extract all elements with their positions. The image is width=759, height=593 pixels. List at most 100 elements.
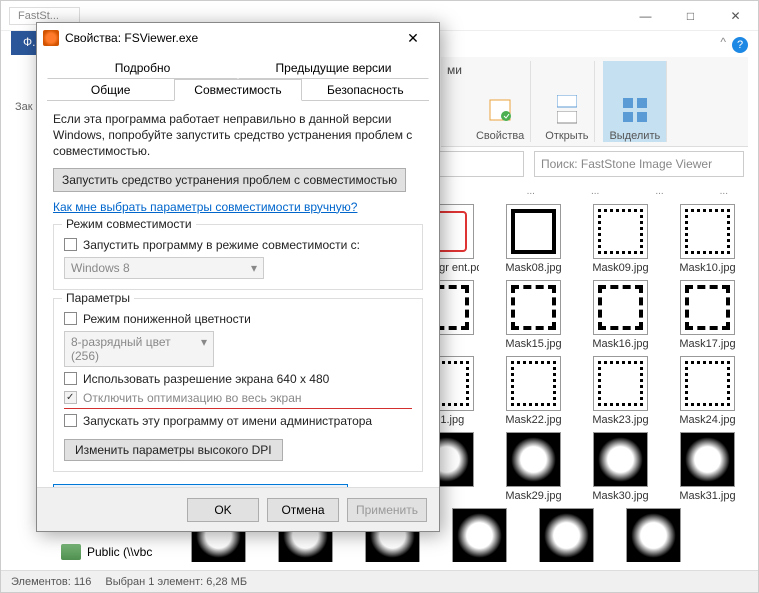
ok-button[interactable]: OK bbox=[187, 498, 259, 522]
thumb-icon bbox=[506, 204, 561, 259]
checkbox-disable-fullscreen-label: Отключить оптимизацию во весь экран bbox=[83, 391, 302, 405]
ribbon-open-panel[interactable]: Открыть bbox=[539, 61, 595, 142]
minimize-button[interactable]: — bbox=[623, 1, 668, 30]
group-title: Режим совместимости bbox=[62, 217, 196, 231]
change-dpi-button[interactable]: Изменить параметры высокого DPI bbox=[64, 439, 283, 461]
file-item[interactable]: Mask37.jpg bbox=[534, 508, 599, 562]
parameters-group: Параметры Режим пониженной цветности 8-р… bbox=[53, 298, 423, 472]
compat-help-link[interactable]: Как мне выбрать параметры совместимости … bbox=[53, 200, 357, 214]
thumb-icon bbox=[593, 280, 648, 335]
edit-icon bbox=[557, 111, 577, 125]
file-item[interactable]: Mask08.jpg bbox=[501, 204, 566, 274]
dialog-body: Если эта программа работает неправильно … bbox=[37, 101, 439, 487]
thumb-icon bbox=[680, 204, 735, 259]
ribbon-body: ми Свойства Открыть Выделить bbox=[441, 57, 748, 147]
file-item[interactable]: Mask09.jpg bbox=[588, 204, 653, 274]
tab-previous-versions[interactable]: Предыдущие версии bbox=[238, 57, 429, 79]
cancel-button[interactable]: Отмена bbox=[267, 498, 339, 522]
dialog-close-button[interactable]: ✕ bbox=[393, 24, 433, 52]
properties-dialog: Свойства: FSViewer.exe ✕ Подробно Предыд… bbox=[36, 22, 440, 532]
file-item[interactable]: Mask16.jpg bbox=[588, 280, 653, 350]
ribbon-select-label: Выделить bbox=[609, 130, 660, 142]
compat-mode-group: Режим совместимости Запустить программу … bbox=[53, 224, 423, 290]
thumb-icon bbox=[539, 508, 594, 562]
file-label: Mask22.jpg bbox=[501, 414, 566, 426]
sidebar-item-label: Public (\\vbc bbox=[87, 545, 152, 559]
file-item[interactable]: Mask29.jpg bbox=[501, 432, 566, 502]
file-label: Mask16.jpg bbox=[588, 338, 653, 350]
ribbon-collapse[interactable]: ^ bbox=[720, 35, 726, 49]
network-drive-icon bbox=[61, 544, 81, 560]
file-label: Mask23.jpg bbox=[588, 414, 653, 426]
ribbon-partial: ми bbox=[443, 61, 466, 142]
tab-general[interactable]: Общие bbox=[47, 79, 174, 101]
file-label: Mask15.jpg bbox=[501, 338, 566, 350]
checkbox-compat-mode[interactable] bbox=[64, 238, 77, 251]
sidebar-item-public[interactable]: Public (\\vbc bbox=[61, 544, 152, 560]
file-label: Mask17.jpg bbox=[675, 338, 740, 350]
color-depth-select[interactable]: 8-разрядный цвет (256) ▾ bbox=[64, 331, 214, 367]
thumb-icon bbox=[593, 204, 648, 259]
file-label: Mask30.jpg bbox=[588, 490, 653, 502]
file-label: Mask09.jpg bbox=[588, 262, 653, 274]
checkbox-compat-mode-label: Запустить программу в режиме совместимос… bbox=[83, 238, 360, 252]
file-item[interactable]: Mask10.jpg bbox=[675, 204, 740, 274]
thumb-icon bbox=[506, 280, 561, 335]
compat-os-value: Windows 8 bbox=[71, 261, 130, 275]
col-header: ... bbox=[527, 186, 535, 198]
checkbox-reduced-color[interactable] bbox=[64, 312, 77, 325]
checkbox-640x480[interactable] bbox=[64, 372, 77, 385]
file-label: Mask24.jpg bbox=[675, 414, 740, 426]
file-item[interactable]: Mask22.jpg bbox=[501, 356, 566, 426]
tab-security[interactable]: Безопасность bbox=[302, 79, 429, 101]
thumb-icon bbox=[452, 508, 507, 562]
thumb-icon bbox=[626, 508, 681, 562]
thumb-icon bbox=[593, 432, 648, 487]
col-header: ... bbox=[655, 186, 663, 198]
ribbon-select-panel[interactable]: Выделить bbox=[603, 61, 667, 142]
file-item[interactable]: Mask23.jpg bbox=[588, 356, 653, 426]
ribbon-properties-label: Свойства bbox=[476, 130, 524, 142]
thumb-icon bbox=[506, 356, 561, 411]
ribbon-open-label: Открыть bbox=[545, 130, 588, 142]
search-input[interactable]: Поиск: FastStone Image Viewer bbox=[534, 151, 744, 177]
thumb-icon bbox=[680, 356, 735, 411]
help-icon[interactable]: ? bbox=[732, 37, 748, 53]
apply-button[interactable]: Применить bbox=[347, 498, 427, 522]
file-item[interactable]: Mask17.jpg bbox=[675, 280, 740, 350]
compat-intro-text: Если эта программа работает неправильно … bbox=[53, 111, 423, 160]
checkbox-reduced-color-label: Режим пониженной цветности bbox=[83, 312, 251, 326]
maximize-button[interactable]: □ bbox=[668, 1, 713, 30]
status-selected: Выбран 1 элемент: 6,28 МБ bbox=[105, 576, 247, 588]
chevron-down-icon: ▾ bbox=[251, 261, 257, 275]
color-depth-value: 8-разрядный цвет (256) bbox=[71, 335, 201, 363]
col-header: ... bbox=[720, 186, 728, 198]
dialog-titlebar[interactable]: Свойства: FSViewer.exe ✕ bbox=[37, 23, 439, 53]
file-item[interactable]: Mask15.jpg bbox=[501, 280, 566, 350]
tab-details[interactable]: Подробно bbox=[47, 57, 238, 79]
dialog-title: Свойства: FSViewer.exe bbox=[65, 31, 198, 45]
select-all-icon bbox=[621, 96, 649, 124]
file-item[interactable]: Mask24.jpg bbox=[675, 356, 740, 426]
thumb-icon bbox=[593, 356, 648, 411]
compat-os-select[interactable]: Windows 8 ▾ bbox=[64, 257, 264, 279]
file-item[interactable]: Mask36.jpg bbox=[447, 508, 512, 562]
checkbox-run-as-admin[interactable] bbox=[64, 414, 77, 427]
file-item[interactable]: Mask30.jpg bbox=[588, 432, 653, 502]
tab-compatibility[interactable]: Совместимость bbox=[174, 79, 301, 101]
thumb-icon bbox=[506, 432, 561, 487]
col-header: ... bbox=[591, 186, 599, 198]
file-item[interactable]: Mask31.jpg bbox=[675, 432, 740, 502]
thumb-icon bbox=[680, 280, 735, 335]
statusbar: Элементов: 116 Выбран 1 элемент: 6,28 МБ bbox=[1, 570, 758, 592]
close-button[interactable]: ✕ bbox=[713, 1, 758, 30]
file-item[interactable]: Mask38.jpg bbox=[621, 508, 686, 562]
chevron-down-icon: ▾ bbox=[201, 335, 207, 363]
dialog-tabs: Подробно Предыдущие версии Общие Совмест… bbox=[47, 57, 429, 101]
ribbon-properties-panel[interactable]: Свойства bbox=[470, 61, 531, 142]
file-label: Mask10.jpg bbox=[675, 262, 740, 274]
run-troubleshooter-button[interactable]: Запустить средство устранения проблем с … bbox=[53, 168, 406, 192]
file-label: Mask31.jpg bbox=[675, 490, 740, 502]
file-label: Mask08.jpg bbox=[501, 262, 566, 274]
status-elements-count: Элементов: 116 bbox=[11, 576, 91, 588]
